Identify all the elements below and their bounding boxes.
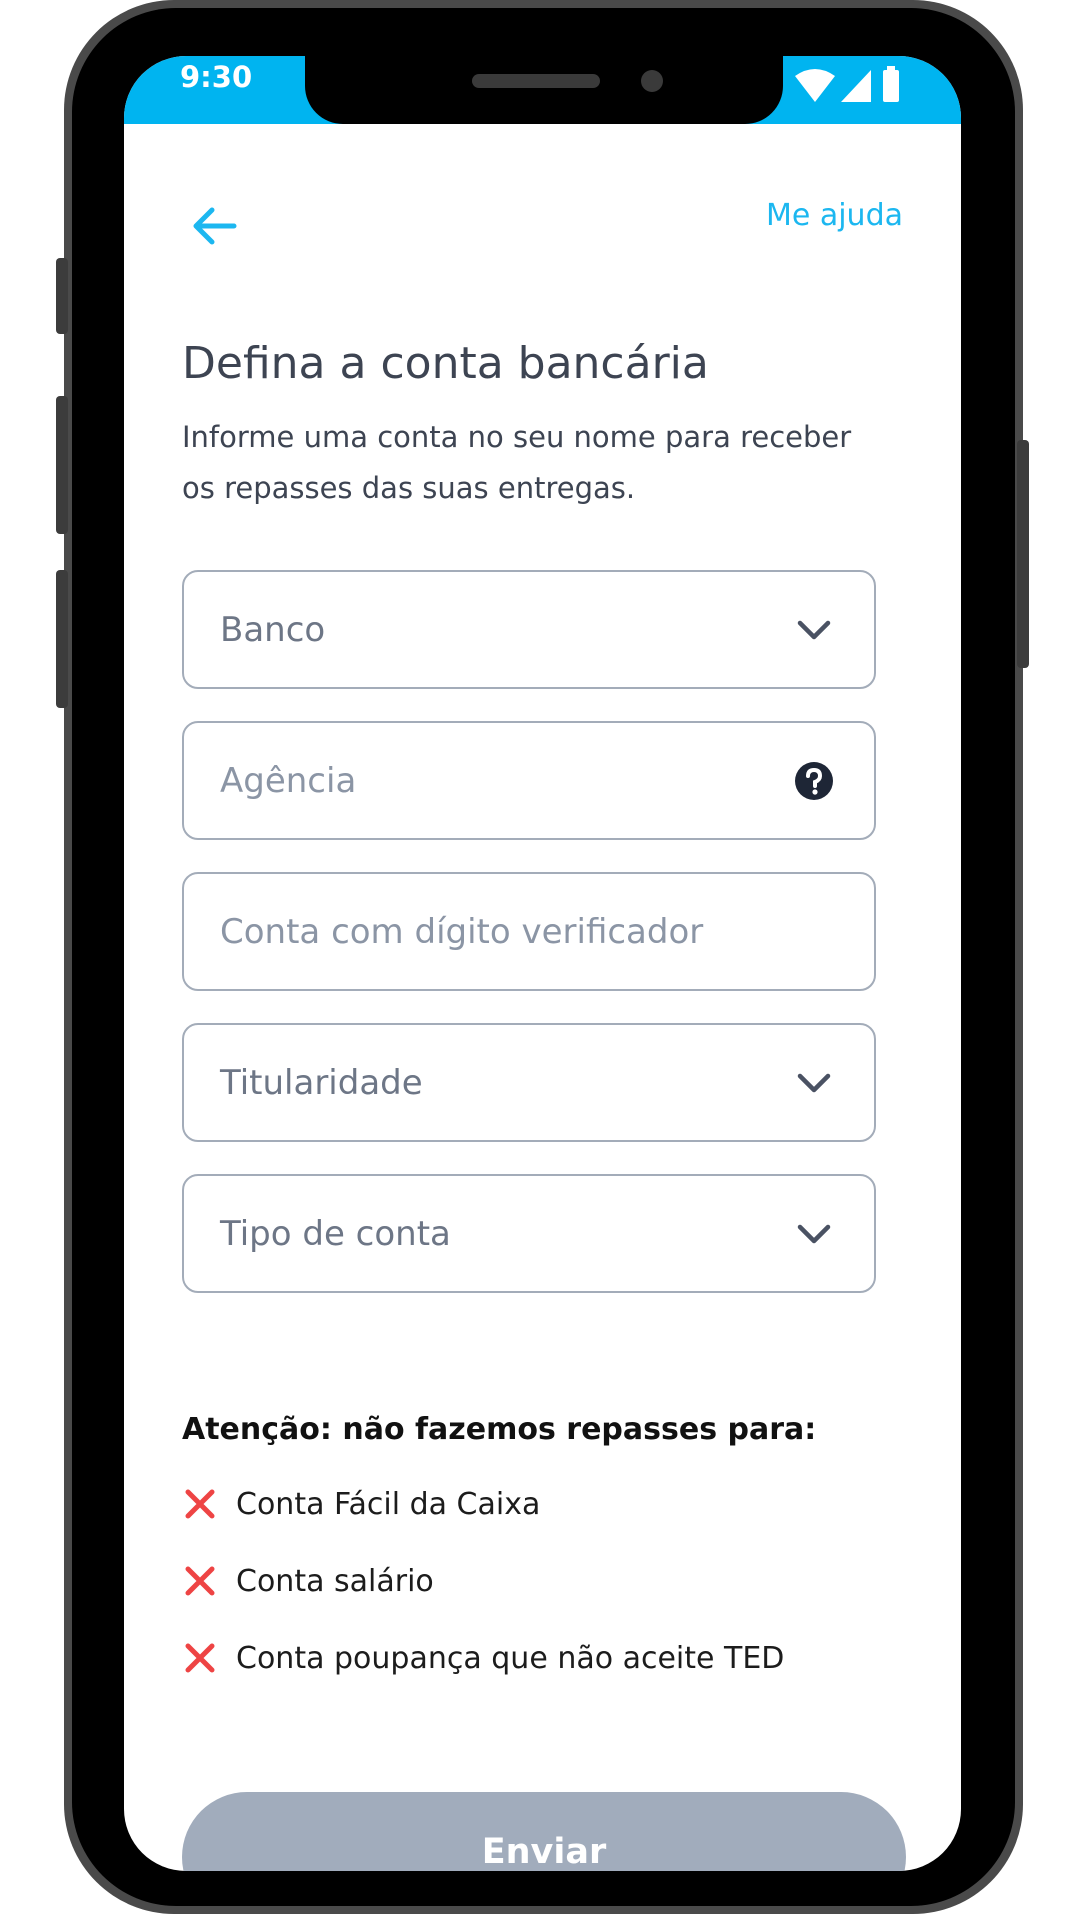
page-title: Defina a conta bancária	[182, 338, 709, 389]
warning-item: Conta poupança que não aceite TED	[182, 1636, 784, 1680]
help-link[interactable]: Me ajuda	[766, 198, 903, 233]
account-type-select-label: Tipo de conta	[220, 1214, 451, 1254]
phone-side-button	[1017, 440, 1029, 668]
phone-speaker	[472, 74, 600, 88]
submit-button[interactable]: Enviar	[182, 1792, 906, 1871]
warning-item-text: Conta poupança que não aceite TED	[236, 1640, 785, 1676]
ownership-select-label: Titularidade	[220, 1063, 423, 1103]
chevron-down-icon	[797, 1224, 831, 1244]
chevron-down-icon	[797, 620, 831, 640]
account-type-select[interactable]: Tipo de conta	[182, 1174, 876, 1293]
warning-title: Atenção: não fazemos repasses para:	[182, 1412, 817, 1447]
account-input-placeholder: Conta com dígito verificador	[220, 912, 704, 952]
phone-side-button	[56, 258, 68, 334]
subtitle-line: os repasses das suas entregas.	[182, 471, 636, 505]
page-subtitle: Informe uma conta no seu nome para receb…	[182, 412, 922, 514]
close-icon	[185, 1489, 215, 1519]
status-icons	[795, 66, 899, 102]
subtitle-line: Informe uma conta no seu nome para receb…	[182, 420, 852, 454]
back-button[interactable]	[182, 194, 246, 258]
chevron-down-icon	[797, 1073, 831, 1093]
wifi-icon	[795, 69, 835, 102]
phone-camera	[641, 70, 663, 92]
warning-item-text: Conta Fácil da Caixa	[236, 1486, 541, 1522]
screen: 9:30 Me ajuda Defina a conta bancária In…	[124, 56, 961, 1871]
status-time: 9:30	[180, 60, 253, 94]
help-circle-icon[interactable]	[794, 761, 834, 801]
warning-item-text: Conta salário	[236, 1563, 434, 1599]
agency-input[interactable]: Agência	[182, 721, 876, 840]
notch	[305, 56, 783, 124]
bank-select[interactable]: Banco	[182, 570, 876, 689]
phone-side-button	[56, 396, 68, 534]
close-icon	[185, 1566, 215, 1596]
account-input[interactable]: Conta com dígito verificador	[182, 872, 876, 991]
arrow-left-icon	[193, 207, 237, 245]
agency-input-placeholder: Agência	[220, 761, 357, 801]
ownership-select[interactable]: Titularidade	[182, 1023, 876, 1142]
warning-item: Conta salário	[182, 1559, 434, 1603]
phone-side-button	[56, 570, 68, 708]
battery-icon	[883, 70, 899, 102]
signal-icon	[841, 70, 871, 102]
warning-item: Conta Fácil da Caixa	[182, 1482, 540, 1526]
close-icon	[185, 1643, 215, 1673]
bank-select-label: Banco	[220, 610, 326, 650]
